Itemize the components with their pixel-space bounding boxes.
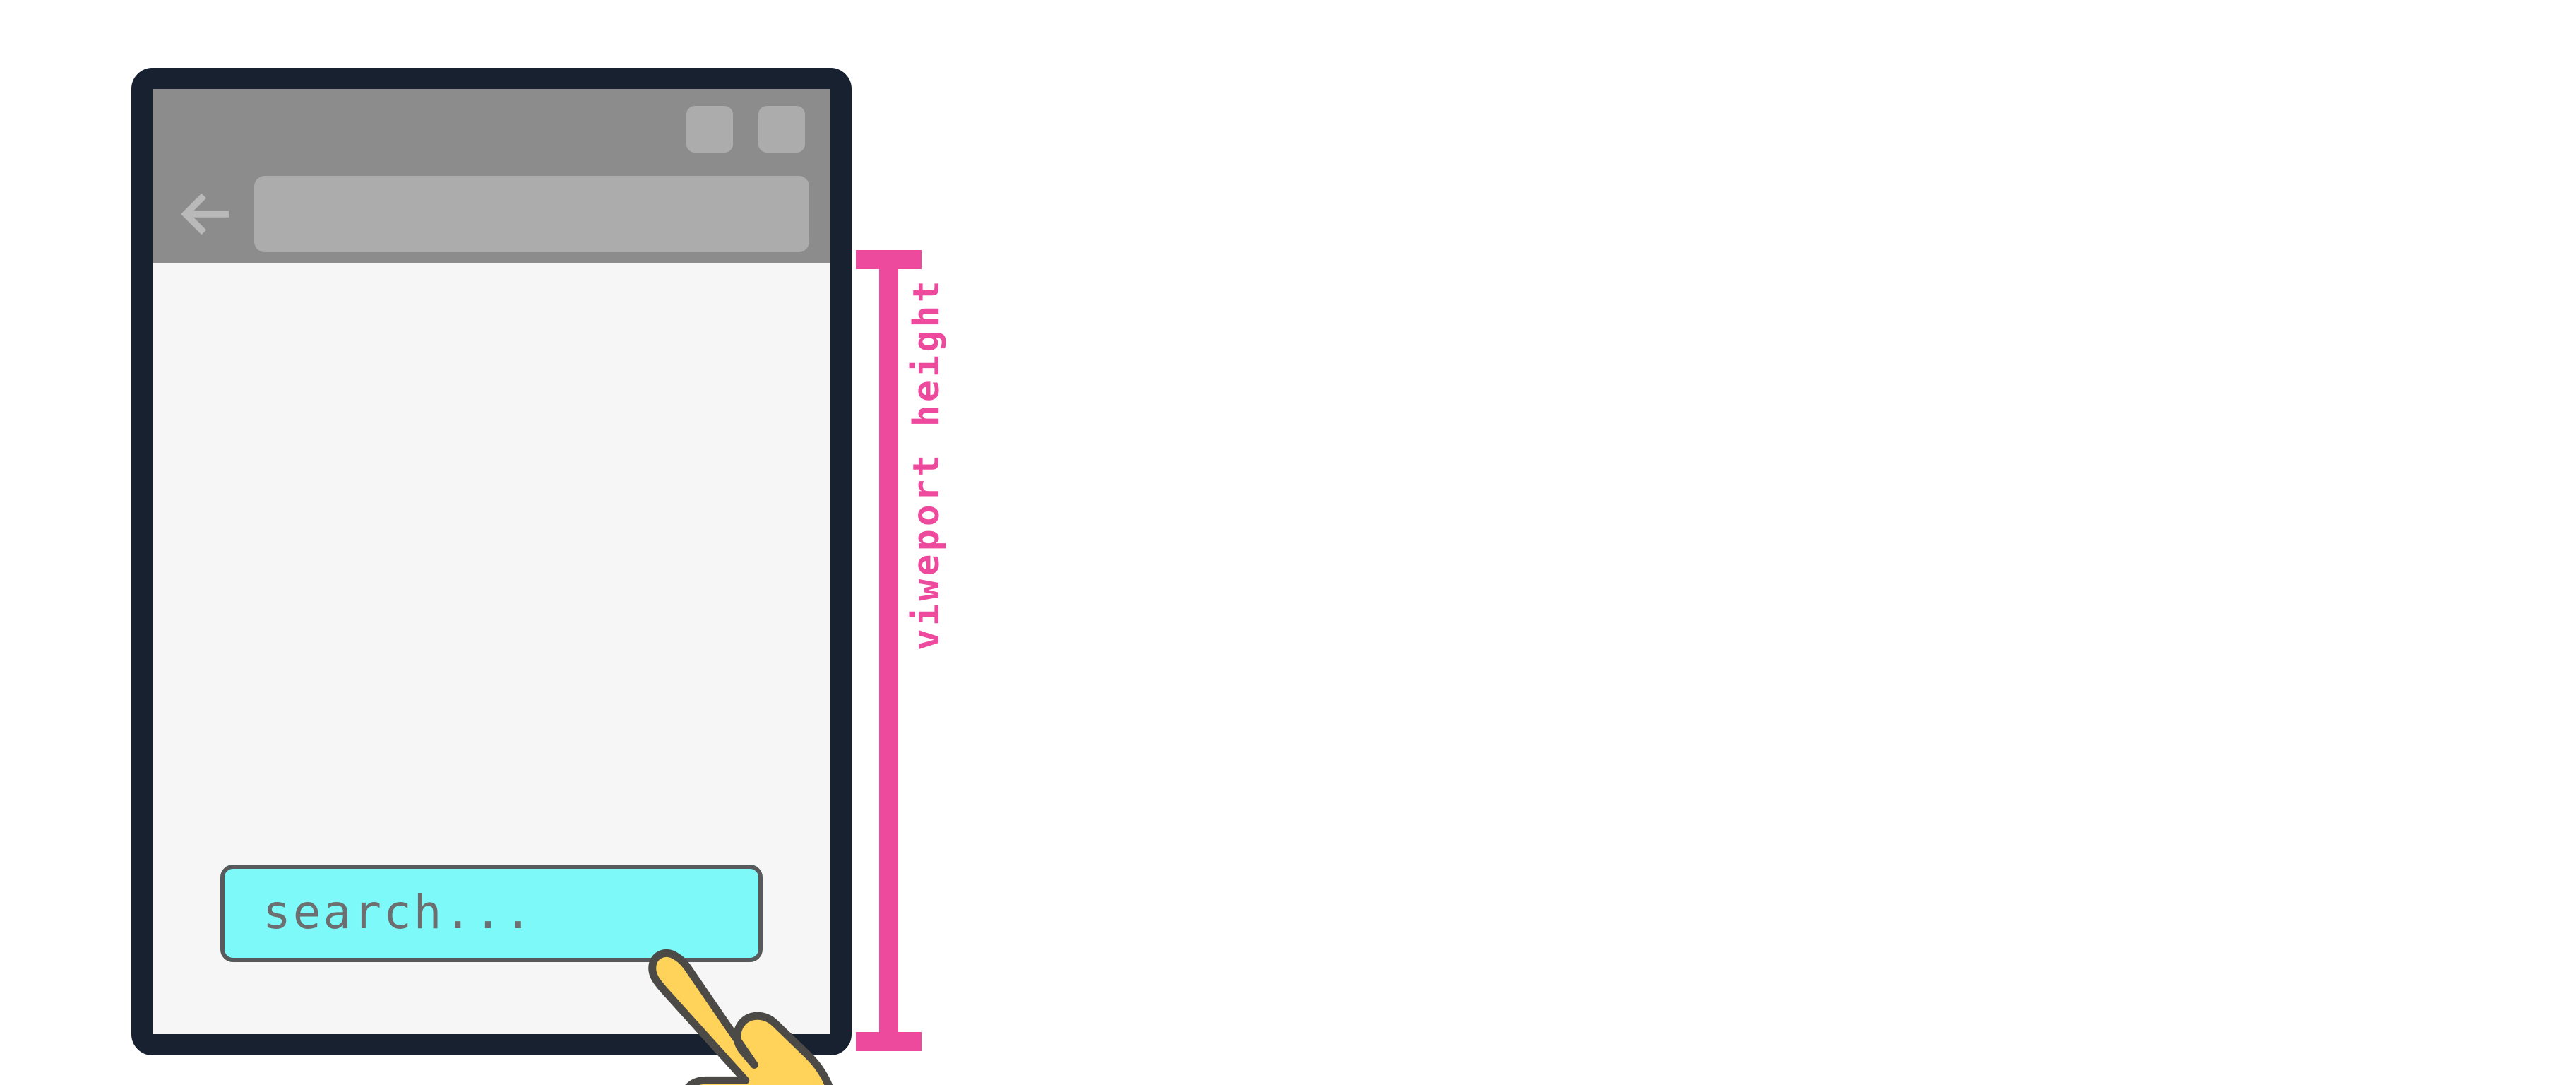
diagram-canvas: search... viweport height xyxy=(0,0,2576,1085)
back-arrow-icon[interactable] xyxy=(174,182,237,246)
measure-cap-bottom xyxy=(856,1032,922,1051)
tab-square-icon[interactable] xyxy=(758,106,805,153)
search-placeholder: search... xyxy=(263,887,535,940)
url-input[interactable] xyxy=(254,176,809,252)
panel-current: search... xyxy=(2500,0,2576,1085)
measure-bar xyxy=(879,250,898,1051)
viewport-height-measure: viweport height xyxy=(856,250,949,1051)
device-frame-initial: search... xyxy=(131,68,852,1055)
measure-label: viweport height xyxy=(907,277,949,651)
pointing-hand-cursor-icon xyxy=(636,949,864,1085)
browser-url-row xyxy=(153,170,830,259)
browser-chrome xyxy=(153,89,830,263)
panel-initial: search... viweport height xyxy=(0,0,2500,1085)
tab-square-icon[interactable] xyxy=(686,106,733,153)
search-input[interactable]: search... xyxy=(220,865,763,962)
tab-indicators[interactable] xyxy=(686,106,805,153)
page-content-initial: search... xyxy=(153,263,830,1034)
